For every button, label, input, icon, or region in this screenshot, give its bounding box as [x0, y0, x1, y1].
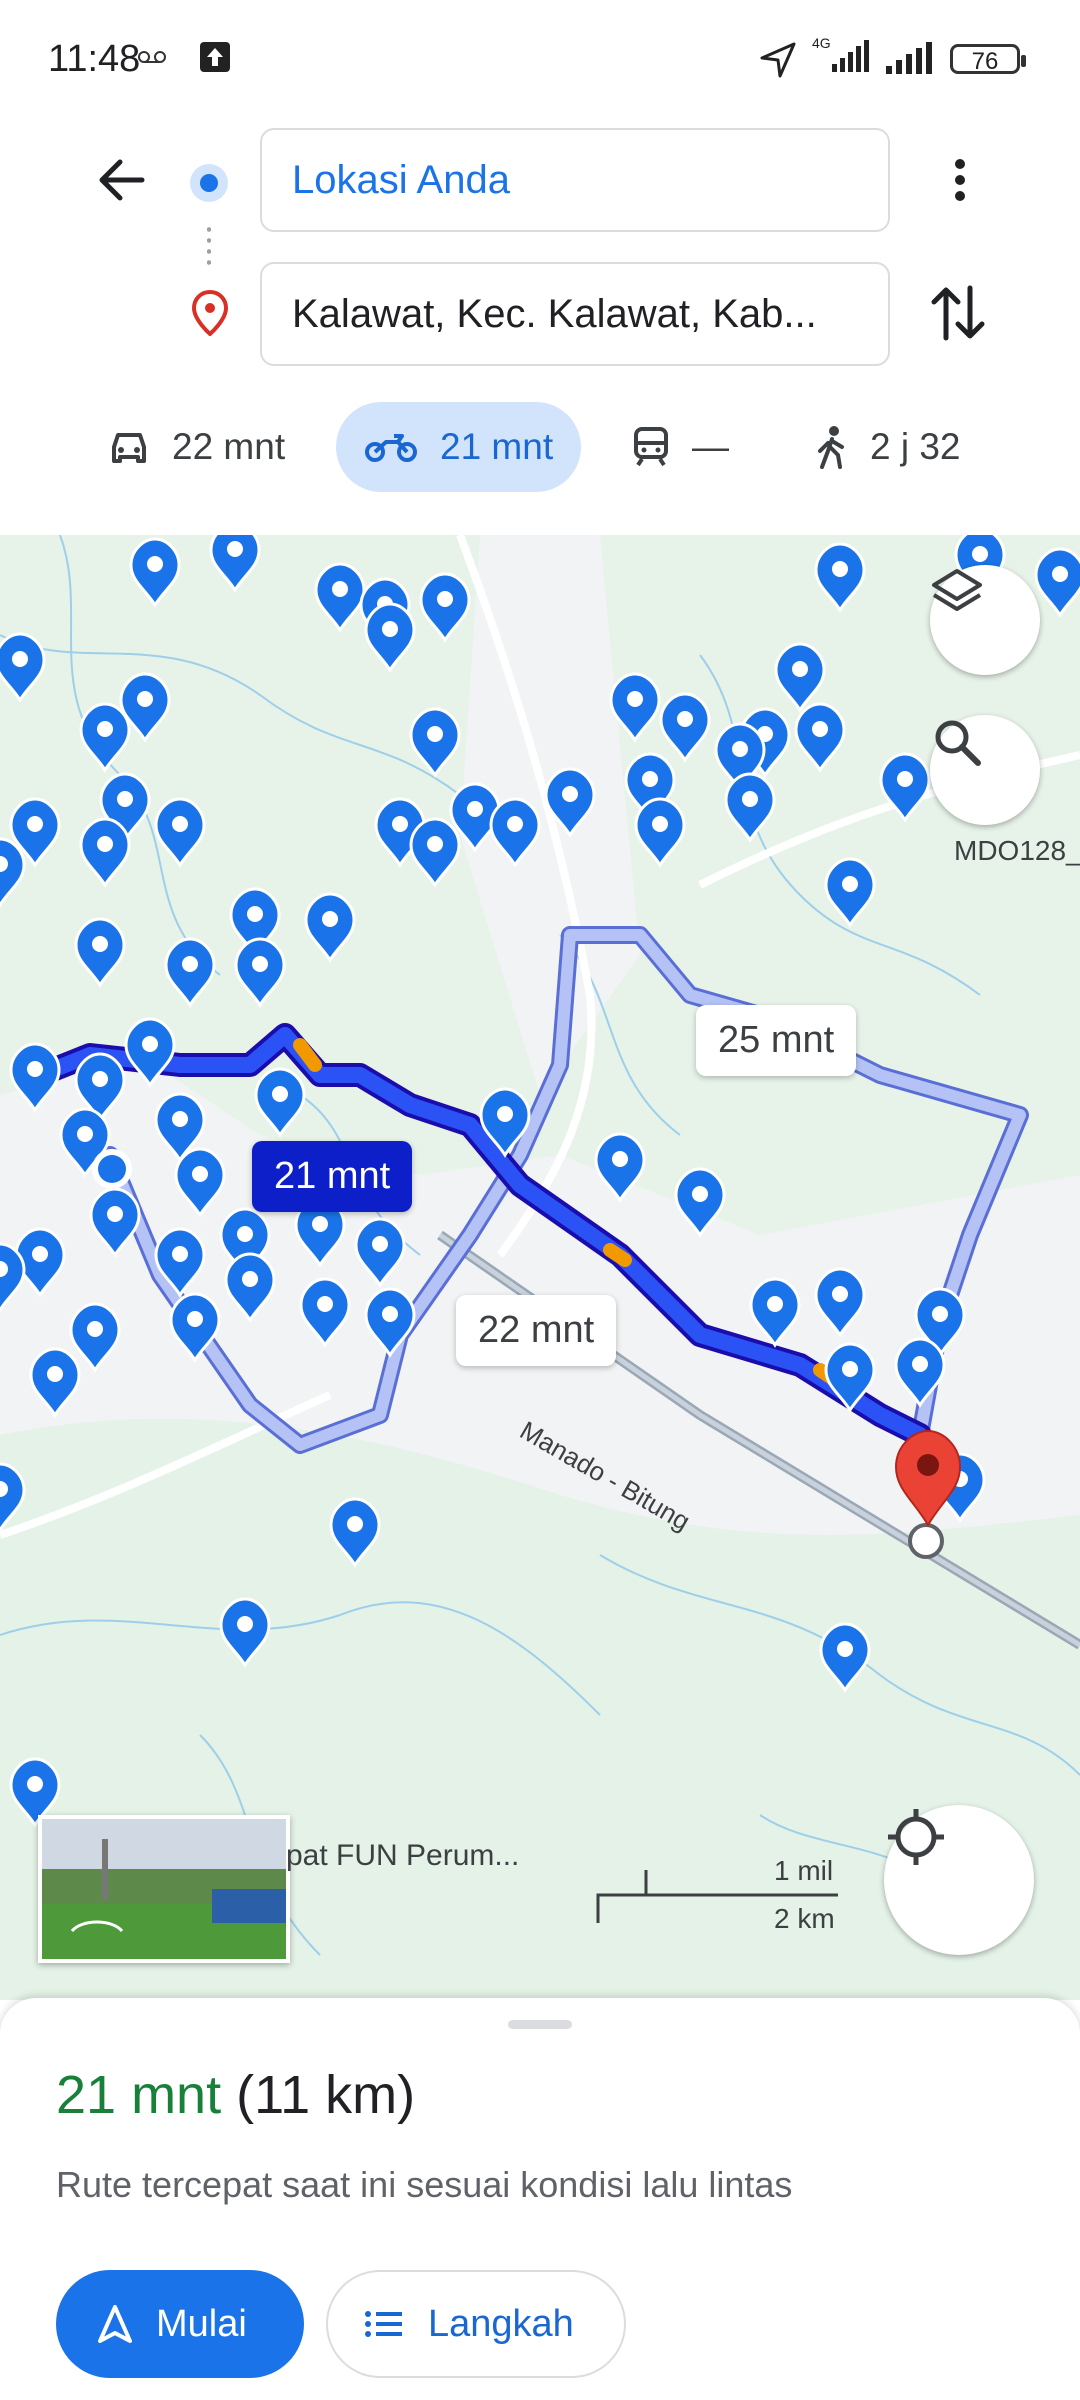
place-pin-icon[interactable] [164, 937, 216, 1008]
steps-button[interactable]: Langkah [326, 2270, 626, 2378]
back-arrow-icon [99, 159, 145, 201]
place-pin-icon[interactable] [79, 817, 131, 888]
origin-input[interactable]: Lokasi Anda [260, 128, 890, 232]
mode-motorcycle[interactable]: 21 mnt [336, 402, 582, 492]
start-label: Mulai [156, 2302, 247, 2345]
place-pin-icon[interactable] [304, 892, 356, 963]
place-pin-icon[interactable] [364, 602, 416, 673]
signal-4g-icon: 4G [810, 34, 874, 83]
signal-icon [884, 40, 940, 81]
place-pin-icon[interactable] [1034, 547, 1080, 618]
street-view-thumbnail[interactable] [38, 1815, 290, 1963]
place-pin-icon[interactable] [409, 707, 461, 778]
navigation-arrow-icon [98, 2305, 132, 2343]
search-icon [935, 720, 981, 766]
place-pin-icon[interactable] [79, 702, 131, 773]
mode-transit[interactable]: — [632, 402, 729, 492]
status-time: 11:48 [48, 38, 141, 80]
scale-metric: 2 km [774, 1903, 835, 1934]
scale-imperial: 1 mil [774, 1855, 834, 1886]
mode-walk[interactable]: 2 j 32 [816, 402, 961, 492]
route-connector [207, 224, 211, 268]
place-pin-icon[interactable] [254, 1067, 306, 1138]
place-pin-icon[interactable] [129, 537, 181, 608]
steps-label: Langkah [428, 2302, 574, 2345]
destination-pin-icon [190, 289, 230, 341]
thumbnail-caption: pat FUN Perum... [286, 1839, 520, 1872]
place-pin-icon[interactable] [794, 702, 846, 773]
place-pin-icon[interactable] [659, 692, 711, 763]
mode-walk-label: 2 j 32 [870, 426, 961, 467]
place-label: MDO128_ [954, 835, 1080, 866]
route-duration: 21 mnt [56, 2065, 222, 2125]
place-pin-icon[interactable] [419, 572, 471, 643]
place-pin-icon[interactable] [154, 797, 206, 868]
place-pin-icon[interactable] [774, 642, 826, 713]
place-pin-icon[interactable] [724, 772, 776, 843]
place-pin-icon[interactable] [74, 917, 126, 988]
place-pin-icon[interactable] [634, 797, 686, 868]
swap-button[interactable] [930, 282, 986, 344]
place-pin-icon[interactable] [814, 542, 866, 613]
route-label-alt1[interactable]: 25 mnt [696, 1005, 857, 1076]
route-label-alt2[interactable]: 22 mnt [456, 1295, 617, 1366]
location-arrow-icon [758, 40, 798, 85]
train-icon [632, 427, 670, 467]
route-summary: 21 mnt (11 km) [56, 2064, 415, 2126]
my-location-icon [888, 1809, 944, 1865]
mode-car[interactable]: 22 mnt [108, 402, 285, 492]
map-canvas [0, 535, 1080, 2000]
sheet-handle[interactable] [508, 2020, 572, 2029]
more-options-button[interactable] [940, 150, 980, 210]
route-description: Rute tercepat saat ini sesuai kondisi la… [56, 2164, 793, 2205]
search-along-route-button[interactable] [930, 715, 1040, 825]
more-vert-icon [955, 159, 965, 201]
upload-notification-icon [200, 42, 232, 79]
mode-car-label: 22 mnt [172, 426, 286, 467]
street-view-photo [42, 1819, 286, 1959]
my-location-button[interactable] [884, 1805, 1034, 1955]
car-icon [108, 429, 150, 465]
place-pin-icon[interactable] [824, 857, 876, 928]
back-button[interactable] [92, 150, 152, 210]
start-button[interactable]: Mulai [56, 2270, 304, 2378]
place-pin-icon[interactable] [0, 837, 26, 908]
route-distance: (11 km) [236, 2065, 416, 2125]
motorcycle-icon [364, 430, 418, 464]
swap-vert-icon [931, 285, 985, 341]
status-bar: 11:48 4G 76 [0, 0, 1080, 120]
map-view[interactable]: MDO128_ 25 mnt 21 mnt 22 mnt Manado - Bi… [0, 535, 1080, 2000]
mode-transit-label: — [692, 426, 729, 467]
place-pin-icon[interactable] [234, 937, 286, 1008]
place-pin-icon[interactable] [409, 817, 461, 888]
voicemail-icon [138, 50, 178, 69]
layers-button[interactable] [930, 565, 1040, 675]
destination-circle [908, 1523, 944, 1559]
place-pin-icon[interactable] [0, 632, 46, 703]
battery-indicator: 76 [950, 44, 1026, 75]
mode-motorcycle-label: 21 mnt [440, 426, 554, 467]
list-icon [364, 2309, 404, 2339]
destination-input[interactable]: Kalawat, Kec. Kalawat, Kab... [260, 262, 890, 366]
place-pin-icon[interactable] [314, 562, 366, 633]
route-label-primary[interactable]: 21 mnt [252, 1141, 413, 1212]
route-summary-sheet[interactable]: 21 mnt (11 km) Rute tercepat saat ini se… [0, 1998, 1080, 2400]
origin-dot-icon [190, 164, 228, 202]
svg-text:4G: 4G [812, 35, 831, 51]
place-pin-icon[interactable] [209, 535, 261, 593]
origin-marker [98, 1155, 126, 1183]
layers-icon [932, 569, 982, 611]
walk-icon [816, 425, 848, 469]
